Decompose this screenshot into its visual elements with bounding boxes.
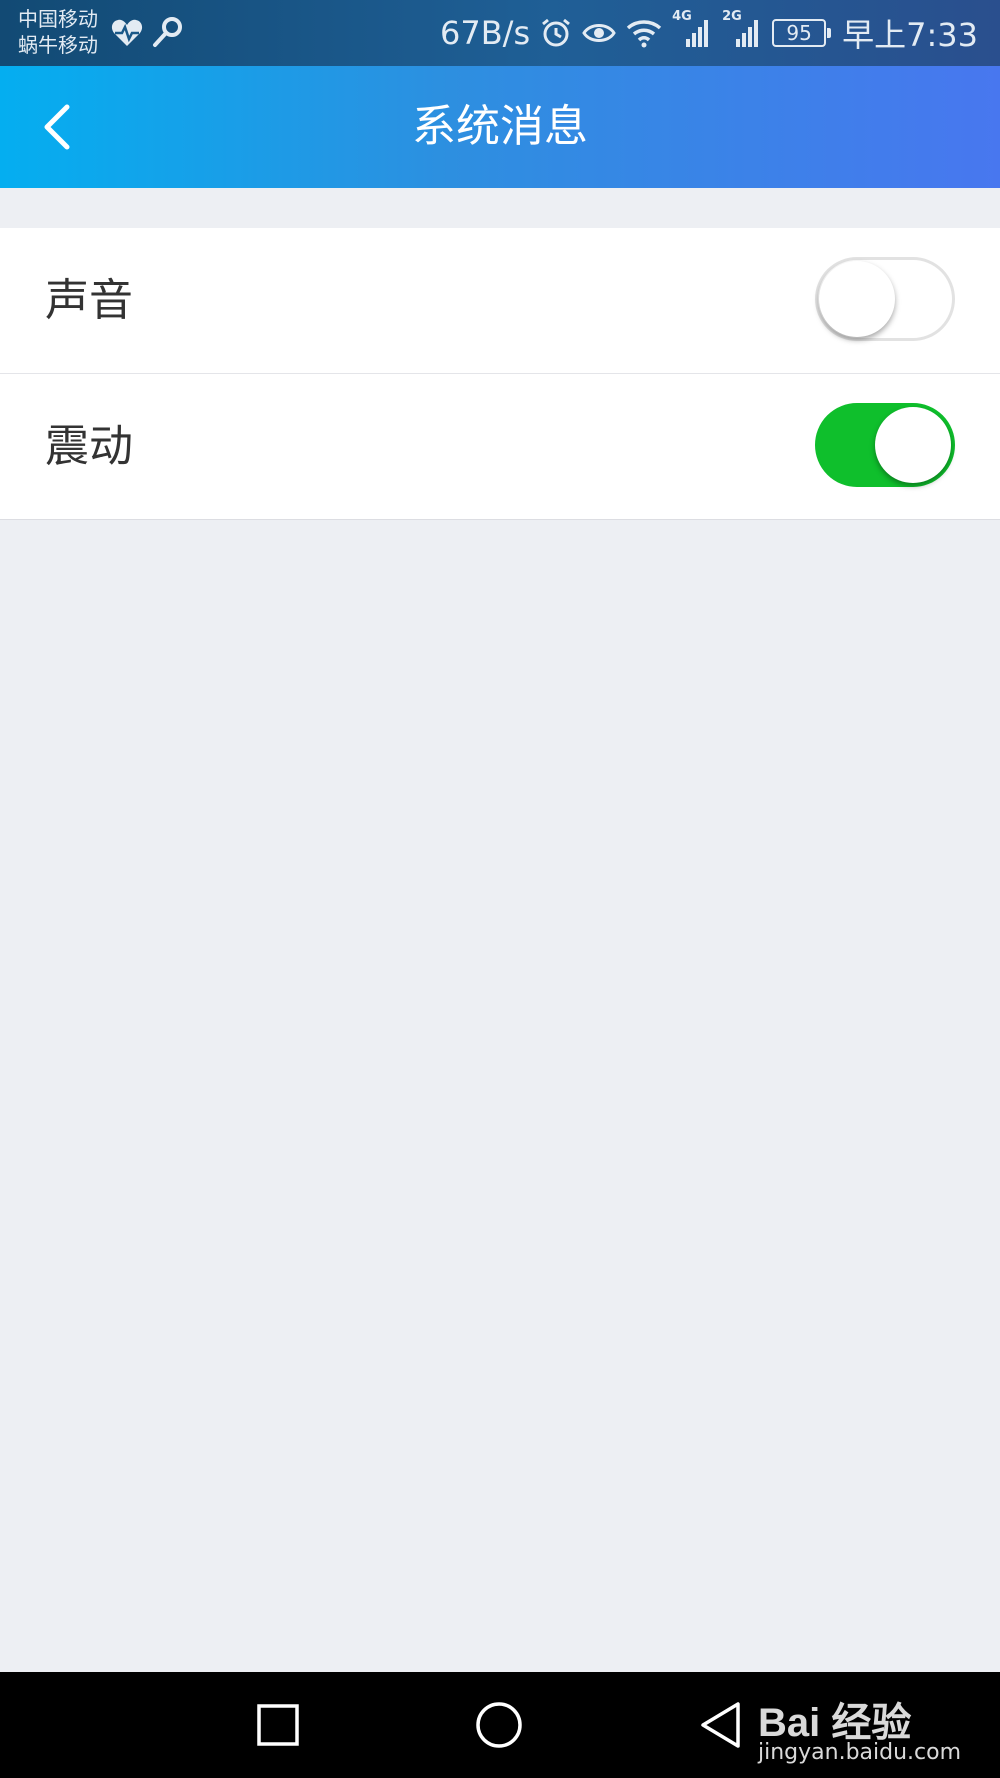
circle-icon [476, 1702, 522, 1748]
carrier-info: 中国移动 蜗牛移动 [18, 6, 98, 58]
settings-list: 声音 震动 [0, 228, 1000, 520]
status-right: 67B/s 4G 2G 95 早上7:33 [440, 0, 978, 66]
setting-label-vibration: 震动 [45, 421, 133, 472]
heart-rate-icon [110, 16, 144, 50]
triangle-back-icon [701, 1702, 740, 1748]
clock: 早上7:33 [842, 16, 978, 54]
battery-icon: 95 [772, 19, 832, 47]
eye-icon [582, 18, 616, 48]
signal-icon-2: 2G [722, 9, 762, 49]
setting-row-sound: 声音 [0, 228, 1000, 374]
app-header: 系统消息 [0, 66, 1000, 188]
recent-apps-button[interactable] [243, 1690, 313, 1760]
carrier-1: 中国移动 [18, 7, 98, 31]
sound-toggle[interactable] [815, 257, 955, 341]
signal-icon: 4G [672, 9, 712, 49]
vibration-toggle[interactable] [815, 403, 955, 487]
carrier-2: 蜗牛移动 [18, 33, 98, 57]
signal-1-label: 4G [672, 9, 692, 24]
toggle-knob [819, 261, 895, 337]
setting-label-sound: 声音 [45, 275, 133, 326]
home-button[interactable] [464, 1690, 534, 1760]
back-nav-button[interactable] [686, 1690, 756, 1760]
alarm-icon [540, 17, 572, 49]
baidu-watermark: Bai 经验 jingyan.baidu.com [758, 1676, 961, 1776]
status-bar: 中国移动 蜗牛移动 67B/s 4G 2G 95 早上7:33 [0, 0, 1000, 66]
page-title: 系统消息 [412, 101, 588, 152]
watermark-url: jingyan.baidu.com [758, 1740, 962, 1765]
network-speed: 67B/s [440, 14, 531, 52]
square-icon [257, 1704, 299, 1746]
setting-row-vibration: 震动 [0, 374, 1000, 519]
signal-2-label: 2G [722, 9, 742, 24]
toggle-knob [875, 407, 951, 483]
wifi-icon [626, 18, 662, 48]
key-icon [150, 16, 184, 50]
